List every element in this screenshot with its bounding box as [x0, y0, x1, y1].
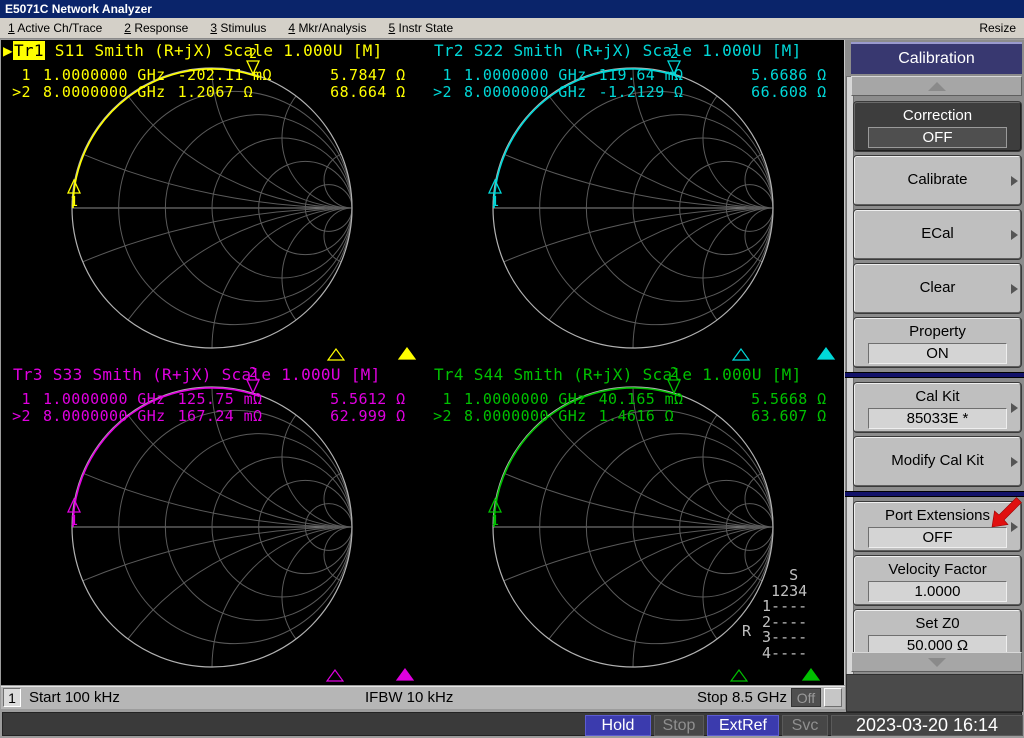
marker-readout-tr4-m1: 11.0000000 GHz40.165 mΩ5.5668 Ω	[424, 391, 827, 408]
softkey-value: 85033E *	[868, 408, 1007, 429]
chevron-down-icon	[928, 658, 946, 667]
softkey-scroll-up-button[interactable]	[851, 76, 1022, 96]
marker-readout-tr3-m1: 11.0000000 GHz125.75 mΩ5.5612 Ω	[3, 391, 406, 408]
submenu-arrow-icon	[1011, 522, 1018, 532]
softkey-cal-kit[interactable]: Cal Kit85033E *	[854, 383, 1021, 432]
menu-item-response[interactable]: 2 Response	[124, 21, 188, 35]
svc-indicator: Svc	[782, 715, 828, 736]
trace-format-scale: S22 Smith (R+jX) Scale 1.000U [M]	[464, 41, 802, 60]
softkey-ecal[interactable]: ECal	[854, 210, 1021, 259]
off-badge: Off	[791, 688, 821, 707]
softkey-correction[interactable]: CorrectionOFF	[854, 102, 1021, 151]
softkey-value: OFF	[868, 127, 1007, 148]
softkey-label: Property	[855, 319, 1020, 342]
marker-readout-tr3-m2: >28.0000000 GHz167.24 mΩ62.999 Ω	[3, 408, 406, 425]
marker-readout-tr1-m2: >28.0000000 GHz1.2067 Ω68.664 Ω	[3, 84, 406, 101]
softkey-label: Velocity Factor	[855, 557, 1020, 580]
menu-item-stimulus[interactable]: 3 Stimulus	[210, 21, 266, 35]
softkey-divider	[845, 372, 1024, 378]
softkey-divider	[845, 491, 1024, 497]
window-title: E5071C Network Analyzer	[5, 2, 152, 16]
sidebar-bottom-panel	[846, 674, 1023, 712]
title-bar: E5071C Network Analyzer	[0, 0, 1024, 18]
submenu-arrow-icon	[1011, 176, 1018, 186]
svg-text:1: 1	[491, 195, 499, 210]
softkey-property[interactable]: PropertyON	[854, 318, 1021, 367]
marker-readout-tr2-m2: >28.0000000 GHz-1.2129 Ω66.608 Ω	[424, 84, 827, 101]
submenu-arrow-icon	[1011, 230, 1018, 240]
trace-id: Tr3	[13, 365, 43, 384]
datetime-display: 2023-03-20 16:14	[831, 715, 1023, 736]
softkey-value: 1.0000	[868, 581, 1007, 602]
trace-format-scale: S11 Smith (R+jX) Scale 1.000U [M]	[45, 41, 383, 60]
trace-header-tr4[interactable]: Tr4 S44 Smith (R+jX) Scale 1.000U [M]	[424, 366, 802, 384]
chevron-up-icon	[928, 82, 946, 91]
menu-item-instr-state[interactable]: 5 Instr State	[388, 21, 453, 35]
trace-id: Tr2	[434, 41, 464, 60]
trace-format-scale: S33 Smith (R+jX) Scale 1.000U [M]	[43, 365, 381, 384]
sparam-matrix-legend: S 1234 1---- 2---- 3---- 4----R	[753, 568, 807, 661]
softkey-modify-cal-kit[interactable]: Modify Cal Kit	[854, 437, 1021, 486]
chart-area: 12121212 ▶Tr1 S11 Smith (R+jX) Scale 1.0…	[1, 40, 846, 685]
hold-indicator: Hold	[585, 715, 651, 736]
softkey-label: Port Extensions	[855, 503, 1020, 526]
softkey-velocity-factor[interactable]: Velocity Factor1.0000	[854, 556, 1021, 605]
softkey-value: ON	[868, 343, 1007, 364]
submenu-arrow-icon	[1011, 284, 1018, 294]
stop-frequency: Stop 8.5 GHz	[697, 689, 787, 706]
active-trace-arrow-icon	[3, 366, 13, 384]
active-trace-arrow-icon: ▶	[3, 42, 13, 60]
svg-text:1: 1	[70, 514, 78, 529]
softkey-sidebar: Calibration CorrectionOFFCalibrateECalCl…	[845, 40, 1024, 710]
svg-text:1: 1	[491, 514, 499, 529]
softkey-port-extensions[interactable]: Port ExtensionsOFF	[854, 502, 1021, 551]
softkey-label: Correction	[855, 103, 1020, 126]
system-status-bar: Hold Stop ExtRef Svc 2023-03-20 16:14	[2, 712, 1022, 736]
trace-header-tr1[interactable]: ▶Tr1 S11 Smith (R+jX) Scale 1.000U [M]	[3, 42, 383, 60]
softkey-clear[interactable]: Clear	[854, 264, 1021, 313]
menu-items: 1 Active Ch/Trace 2 Response 3 Stimulus 4 M…	[8, 21, 979, 35]
e5071c-application: E5071C Network Analyzer 1 Active Ch/Trac…	[0, 0, 1024, 738]
trace-format-scale: S44 Smith (R+jX) Scale 1.000U [M]	[464, 365, 802, 384]
active-trace-arrow-icon	[424, 366, 434, 384]
softkey-scroll-down-button[interactable]	[851, 652, 1022, 672]
svg-text:1: 1	[70, 195, 78, 210]
start-frequency: Start 100 kHz	[29, 689, 120, 706]
receiver-row-label: R	[742, 624, 751, 640]
softkey-label: Set Z0	[855, 611, 1020, 634]
marker-readout-tr2-m1: 11.0000000 GHz119.64 mΩ5.6686 Ω	[424, 67, 827, 84]
trace-header-tr3[interactable]: Tr3 S33 Smith (R+jX) Scale 1.000U [M]	[3, 366, 381, 384]
menu-bar: 1 Active Ch/Trace 2 Response 3 Stimulus 4 M…	[0, 18, 1024, 39]
channel-number: 1	[3, 688, 21, 707]
softkey-calibrate[interactable]: Calibrate	[854, 156, 1021, 205]
extref-indicator: ExtRef	[707, 715, 779, 736]
ifbw-value: IFBW 10 kHz	[365, 689, 453, 706]
channel-status-bar: 1 Start 100 kHz IFBW 10 kHz Stop 8.5 GHz…	[1, 686, 845, 709]
softkey-label: Cal Kit	[855, 384, 1020, 407]
softkey-menu-title: Calibration	[851, 42, 1022, 74]
channel-bar-end-box	[824, 688, 842, 707]
resize-button[interactable]: Resize	[979, 21, 1016, 35]
menu-item-mkr-analysis[interactable]: 4 Mkr/Analysis	[288, 21, 366, 35]
stop-indicator: Stop	[654, 715, 704, 736]
trace-header-tr2[interactable]: Tr2 S22 Smith (R+jX) Scale 1.000U [M]	[424, 42, 802, 60]
submenu-arrow-icon	[1011, 403, 1018, 413]
marker-readout-tr4-m2: >28.0000000 GHz1.4616 Ω63.607 Ω	[424, 408, 827, 425]
smith-charts-canvas: 12121212	[1, 40, 844, 685]
marker-readout-tr1-m1: 11.0000000 GHz-202.11 mΩ5.7847 Ω	[3, 67, 406, 84]
trace-id: Tr1	[13, 41, 45, 60]
softkey-value: OFF	[868, 527, 1007, 548]
menu-item-active-ch-trace[interactable]: 1 Active Ch/Trace	[8, 21, 102, 35]
trace-id: Tr4	[434, 365, 464, 384]
submenu-arrow-icon	[1011, 457, 1018, 467]
active-trace-arrow-icon	[424, 42, 434, 60]
